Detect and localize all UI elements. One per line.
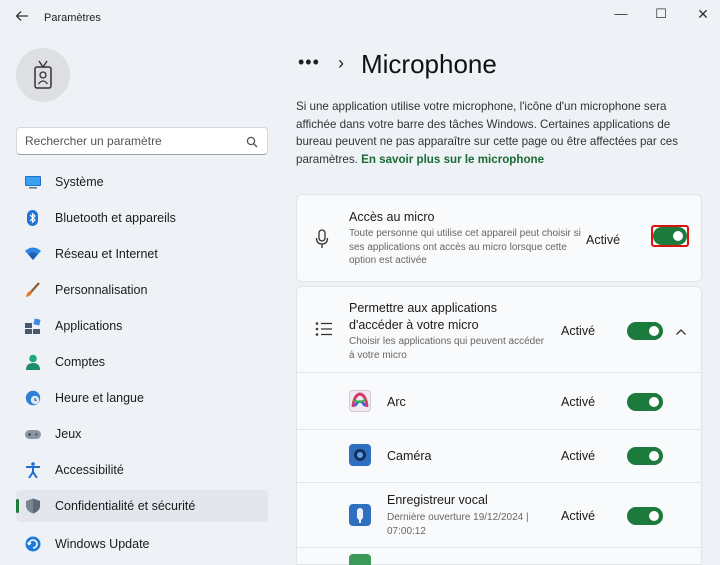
- breadcrumb-more-button[interactable]: •••: [298, 52, 320, 73]
- apps-access-title-line1: Permettre aux applications: [349, 301, 497, 315]
- sidebar-item-accessibilite[interactable]: Accessibilité: [16, 454, 268, 486]
- app-name: Arc: [387, 395, 406, 409]
- camera-mic-toggle[interactable]: [627, 447, 663, 465]
- mic-access-card: Accès au micro Toute personne qui utilis…: [296, 194, 702, 282]
- accessibility-icon: [24, 462, 42, 479]
- gamepad-icon: [24, 426, 42, 442]
- apps-icon: [24, 318, 42, 334]
- shield-icon: [24, 498, 42, 514]
- mic-access-toggle[interactable]: [653, 227, 687, 245]
- voice-recorder-icon: [349, 504, 371, 526]
- account-icon: [24, 354, 42, 370]
- avatar[interactable]: [16, 48, 70, 102]
- app-state: Activé: [561, 509, 596, 523]
- sidebar-item-label: Système: [55, 175, 104, 189]
- apps-access-card[interactable]: Permettre aux applications d'accéder à v…: [296, 286, 702, 373]
- mic-access-state: Activé: [586, 233, 621, 247]
- sidebar-item-confidentialite[interactable]: Confidentialité et sécurité: [16, 490, 268, 522]
- apps-access-title-line2: d'accéder à votre micro: [349, 318, 479, 332]
- sidebar-item-label: Réseau et Internet: [55, 247, 158, 261]
- toggle-knob: [649, 397, 659, 407]
- app-row-camera: Caméra Activé: [296, 430, 702, 483]
- sidebar-item-jeux[interactable]: Jeux: [16, 418, 268, 450]
- voice-recorder-mic-toggle[interactable]: [627, 507, 663, 525]
- sidebar-item-label: Windows Update: [55, 537, 150, 551]
- sidebar-item-label: Jeux: [55, 427, 82, 441]
- sidebar-item-systeme[interactable]: Système: [16, 166, 268, 198]
- sidebar-item-label: Accessibilité: [55, 463, 124, 477]
- sidebar-item-comptes[interactable]: Comptes: [16, 346, 268, 378]
- microphone-icon: [315, 229, 329, 254]
- sidebar-item-bluetooth[interactable]: Bluetooth et appareils: [16, 202, 268, 234]
- search-box[interactable]: [16, 127, 268, 155]
- breadcrumb-chevron-icon: ›: [338, 53, 344, 73]
- app-icon: [349, 554, 371, 565]
- minimize-button[interactable]: —: [606, 4, 636, 24]
- page-title: Microphone: [361, 49, 497, 79]
- title-bar: Paramètres — ☐ ✕: [0, 0, 720, 36]
- brush-icon: [24, 282, 42, 298]
- mic-access-title: Accès au micro: [349, 210, 435, 224]
- list-icon: [315, 321, 333, 342]
- bluetooth-icon: [24, 210, 42, 226]
- back-arrow-icon: [15, 11, 28, 21]
- app-state: Activé: [561, 395, 596, 409]
- toggle-knob: [649, 326, 659, 336]
- sidebar-item-label: Personnalisation: [55, 283, 148, 297]
- maximize-button[interactable]: ☐: [646, 4, 676, 24]
- active-indicator: [16, 499, 19, 513]
- app-last-used: Dernière ouverture 19/12/2024 | 07:00:12: [387, 512, 529, 537]
- toggle-knob: [649, 511, 659, 521]
- app-name: Caméra: [387, 449, 432, 463]
- sidebar-item-windows-update[interactable]: Windows Update: [16, 528, 268, 560]
- back-button[interactable]: [12, 9, 32, 29]
- app-state: Activé: [561, 449, 596, 463]
- apps-access-state: Activé: [561, 324, 596, 338]
- system-icon: [24, 174, 42, 190]
- close-button[interactable]: ✕: [688, 4, 718, 24]
- arc-app-icon: [349, 390, 371, 412]
- sidebar-item-label: Heure et langue: [55, 391, 144, 405]
- sidebar-item-personnalisation[interactable]: Personnalisation: [16, 274, 268, 306]
- app-name: Enregistreur vocal: [387, 493, 488, 507]
- search-icon[interactable]: [246, 135, 258, 153]
- network-icon: [24, 246, 42, 262]
- sidebar-item-label: Bluetooth et appareils: [55, 211, 176, 225]
- sidebar-item-heure-langue[interactable]: Heure et langue: [16, 382, 268, 414]
- apps-access-subtitle: Choisir les applications qui peuvent acc…: [349, 336, 545, 361]
- camera-app-icon: [349, 444, 371, 466]
- learn-more-link[interactable]: En savoir plus sur le microphone: [361, 153, 544, 166]
- sidebar-item-label: Confidentialité et sécurité: [55, 499, 196, 513]
- toggle-knob: [673, 231, 683, 241]
- sidebar-item-label: Comptes: [55, 355, 106, 369]
- toggle-knob: [649, 451, 659, 461]
- mic-access-subtitle: Toute personne qui utilise cet appareil …: [349, 228, 581, 266]
- app-row-arc: Arc Activé: [296, 373, 702, 430]
- apps-access-toggle[interactable]: [627, 322, 663, 340]
- app-title: Paramètres: [44, 12, 101, 24]
- update-icon: [24, 536, 42, 552]
- app-row-voice-recorder: Enregistreur vocal Dernière ouverture 19…: [296, 483, 702, 548]
- app-row-partial: [296, 548, 702, 565]
- chevron-up-icon[interactable]: [675, 324, 687, 342]
- clock-globe-icon: [24, 390, 42, 406]
- search-input[interactable]: [25, 134, 235, 148]
- sidebar-item-label: Applications: [55, 319, 123, 333]
- sidebar-item-applications[interactable]: Applications: [16, 310, 268, 342]
- id-badge-icon: [34, 60, 52, 89]
- arc-mic-toggle[interactable]: [627, 393, 663, 411]
- page-description: Si une application utilise votre microph…: [296, 98, 706, 168]
- sidebar-item-reseau[interactable]: Réseau et Internet: [16, 238, 268, 270]
